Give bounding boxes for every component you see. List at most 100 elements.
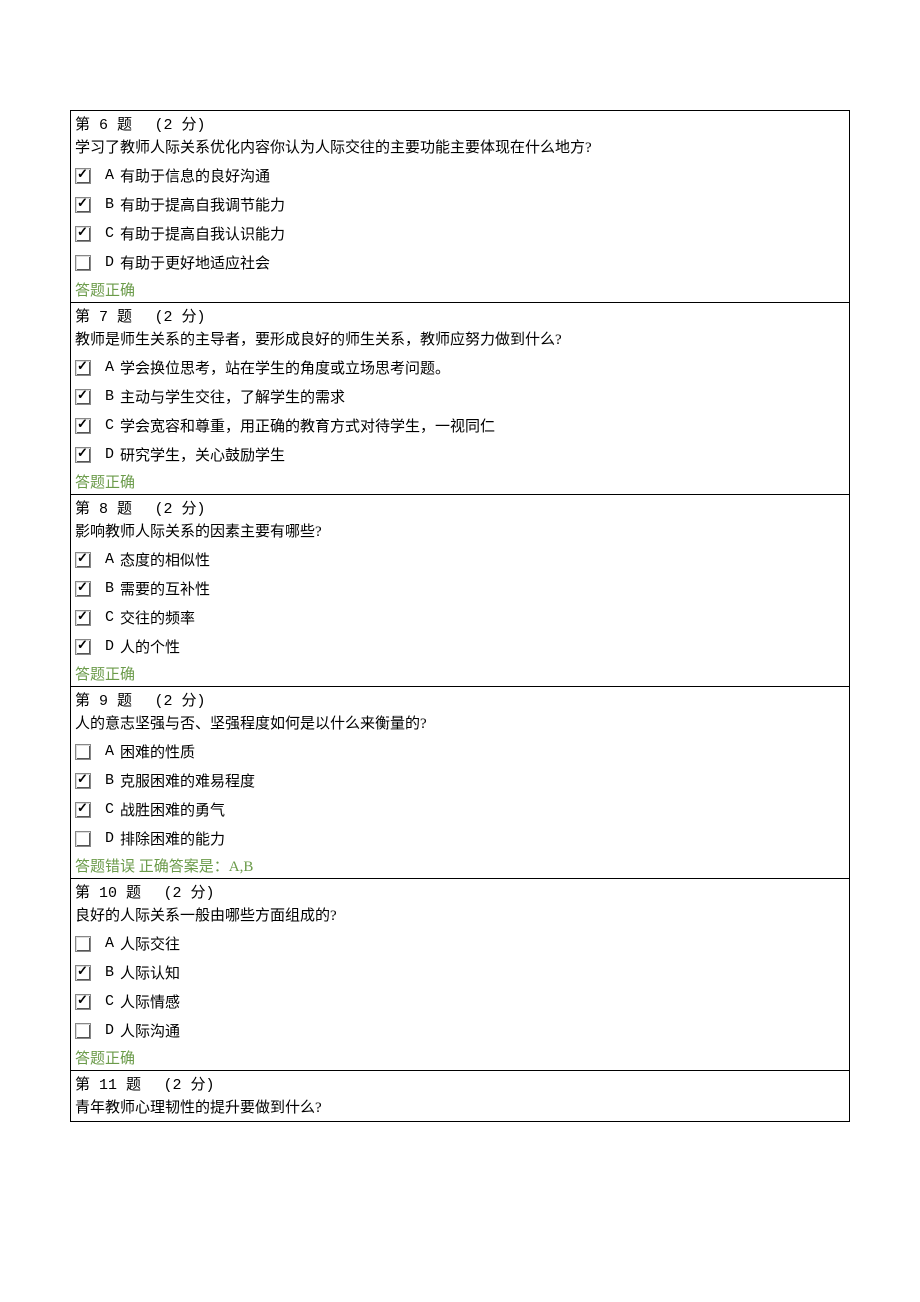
question-block: 第 11 题 (2 分)青年教师心理韧性的提升要做到什么?	[70, 1070, 850, 1122]
spacer	[141, 1077, 164, 1093]
option-checkbox[interactable]	[75, 744, 91, 760]
result-correct: 答题正确	[71, 277, 849, 302]
question-stem: 学习了教师人际关系优化内容你认为人际交往的主要功能主要体现在什么地方?	[71, 134, 849, 161]
question-header: 第 8 题 (2 分)	[71, 495, 849, 518]
option-row: A态度的相似性	[71, 545, 849, 574]
option-letter: D	[105, 830, 114, 847]
option-text: 战胜困难的勇气	[120, 799, 225, 820]
option-checkbox[interactable]	[75, 802, 91, 818]
option-text: 人际情感	[120, 991, 180, 1012]
option-text: 困难的性质	[120, 741, 195, 762]
question-stem: 人的意志坚强与否、坚强程度如何是以什么来衡量的?	[71, 710, 849, 737]
option-checkbox[interactable]	[75, 197, 91, 213]
option-checkbox[interactable]	[75, 168, 91, 184]
spacer	[132, 117, 155, 133]
option-row: C 战胜困难的勇气	[71, 795, 849, 824]
question-points: (2 分)	[155, 309, 206, 326]
option-letter: D	[105, 1022, 114, 1039]
question-header: 第 10 题 (2 分)	[71, 879, 849, 902]
option-letter: B	[105, 388, 114, 405]
option-checkbox[interactable]	[75, 255, 91, 271]
option-text: 主动与学生交往，了解学生的需求	[120, 386, 345, 407]
question-number: 第 6 题	[75, 117, 132, 134]
question-block: 第 10 题 (2 分)良好的人际关系一般由哪些方面组成的? A 人际交往 B 人际认知…	[70, 878, 850, 1071]
option-text: 人的个性	[120, 636, 180, 657]
option-letter: A	[105, 359, 114, 376]
question-block: 第 7 题 (2 分)教师是师生关系的主导者，要形成良好的师生关系，教师应努力做…	[70, 302, 850, 495]
question-points: (2 分)	[164, 885, 215, 902]
option-letter: C	[105, 993, 114, 1010]
option-checkbox[interactable]	[75, 581, 91, 597]
result-wrong: 答题错误 正确答案是：A,B	[71, 853, 849, 878]
option-checkbox[interactable]	[75, 226, 91, 242]
option-checkbox[interactable]	[75, 610, 91, 626]
option-letter: C	[105, 801, 114, 818]
question-number: 第 11 题	[75, 1077, 141, 1094]
option-letter: C	[105, 417, 114, 434]
option-row: D排除困难的能力	[71, 824, 849, 853]
question-points: (2 分)	[155, 117, 206, 134]
option-row: A 有助于信息的良好沟通	[71, 161, 849, 190]
option-row: D人的个性	[71, 632, 849, 661]
question-block: 第 6 题 (2 分)学习了教师人际关系优化内容你认为人际交往的主要功能主要体现…	[70, 110, 850, 303]
option-row: B克服困难的难易程度	[71, 766, 849, 795]
option-letter: C	[105, 609, 114, 626]
option-letter: B	[105, 964, 114, 981]
option-checkbox[interactable]	[75, 831, 91, 847]
option-letter: B	[105, 196, 114, 213]
question-stem: 教师是师生关系的主导者，要形成良好的师生关系，教师应努力做到什么?	[71, 326, 849, 353]
result-wrong-prefix: 答题错误 正确答案是：	[75, 859, 229, 875]
option-text: 人际沟通	[120, 1020, 180, 1041]
correct-answer: A,B	[229, 859, 254, 875]
option-letter: C	[105, 225, 114, 242]
option-row: B有助于提高自我调节能力	[71, 190, 849, 219]
option-row: D 有助于更好地适应社会	[71, 248, 849, 277]
option-checkbox[interactable]	[75, 965, 91, 981]
question-points: (2 分)	[164, 1077, 215, 1094]
option-letter: A	[105, 935, 114, 952]
option-row: B 人际认知	[71, 958, 849, 987]
option-letter: A	[105, 743, 114, 760]
result-correct: 答题正确	[71, 661, 849, 686]
result-correct: 答题正确	[71, 469, 849, 494]
option-row: C 有助于提高自我认识能力	[71, 219, 849, 248]
option-text: 人际认知	[120, 962, 180, 983]
spacer	[132, 501, 155, 517]
option-text: 有助于更好地适应社会	[120, 252, 270, 273]
option-text: 有助于提高自我认识能力	[120, 223, 285, 244]
exam-page: 第 6 题 (2 分)学习了教师人际关系优化内容你认为人际交往的主要功能主要体现…	[70, 0, 850, 1122]
option-checkbox[interactable]	[75, 639, 91, 655]
option-text: 人际交往	[120, 933, 180, 954]
option-checkbox[interactable]	[75, 360, 91, 376]
option-checkbox[interactable]	[75, 994, 91, 1010]
option-checkbox[interactable]	[75, 389, 91, 405]
question-number: 第 8 题	[75, 501, 132, 518]
option-letter: B	[105, 772, 114, 789]
question-block: 第 8 题 (2 分)影响教师人际关系的因素主要有哪些?A态度的相似性B需要的互…	[70, 494, 850, 687]
option-row: B 主动与学生交往，了解学生的需求	[71, 382, 849, 411]
option-checkbox[interactable]	[75, 936, 91, 952]
option-text: 有助于信息的良好沟通	[120, 165, 270, 186]
question-number: 第 10 题	[75, 885, 141, 902]
option-row: C 人际情感	[71, 987, 849, 1016]
option-checkbox[interactable]	[75, 447, 91, 463]
option-checkbox[interactable]	[75, 418, 91, 434]
question-block: 第 9 题 (2 分)人的意志坚强与否、坚强程度如何是以什么来衡量的?A困难的性…	[70, 686, 850, 879]
option-checkbox[interactable]	[75, 552, 91, 568]
option-row: A 学会换位思考，站在学生的角度或立场思考问题。	[71, 353, 849, 382]
question-points: (2 分)	[155, 501, 206, 518]
question-stem: 良好的人际关系一般由哪些方面组成的?	[71, 902, 849, 929]
question-header: 第 11 题 (2 分)	[71, 1071, 849, 1094]
option-row: C交往的频率	[71, 603, 849, 632]
option-letter: A	[105, 167, 114, 184]
option-text: 研究学生，关心鼓励学生	[120, 444, 285, 465]
option-text: 学会换位思考，站在学生的角度或立场思考问题。	[120, 357, 450, 378]
option-letter: D	[105, 254, 114, 271]
question-stem: 青年教师心理韧性的提升要做到什么?	[71, 1094, 849, 1121]
option-letter: A	[105, 551, 114, 568]
option-checkbox[interactable]	[75, 1023, 91, 1039]
option-checkbox[interactable]	[75, 773, 91, 789]
option-row: D研究学生，关心鼓励学生	[71, 440, 849, 469]
option-text: 需要的互补性	[120, 578, 210, 599]
spacer	[132, 693, 155, 709]
